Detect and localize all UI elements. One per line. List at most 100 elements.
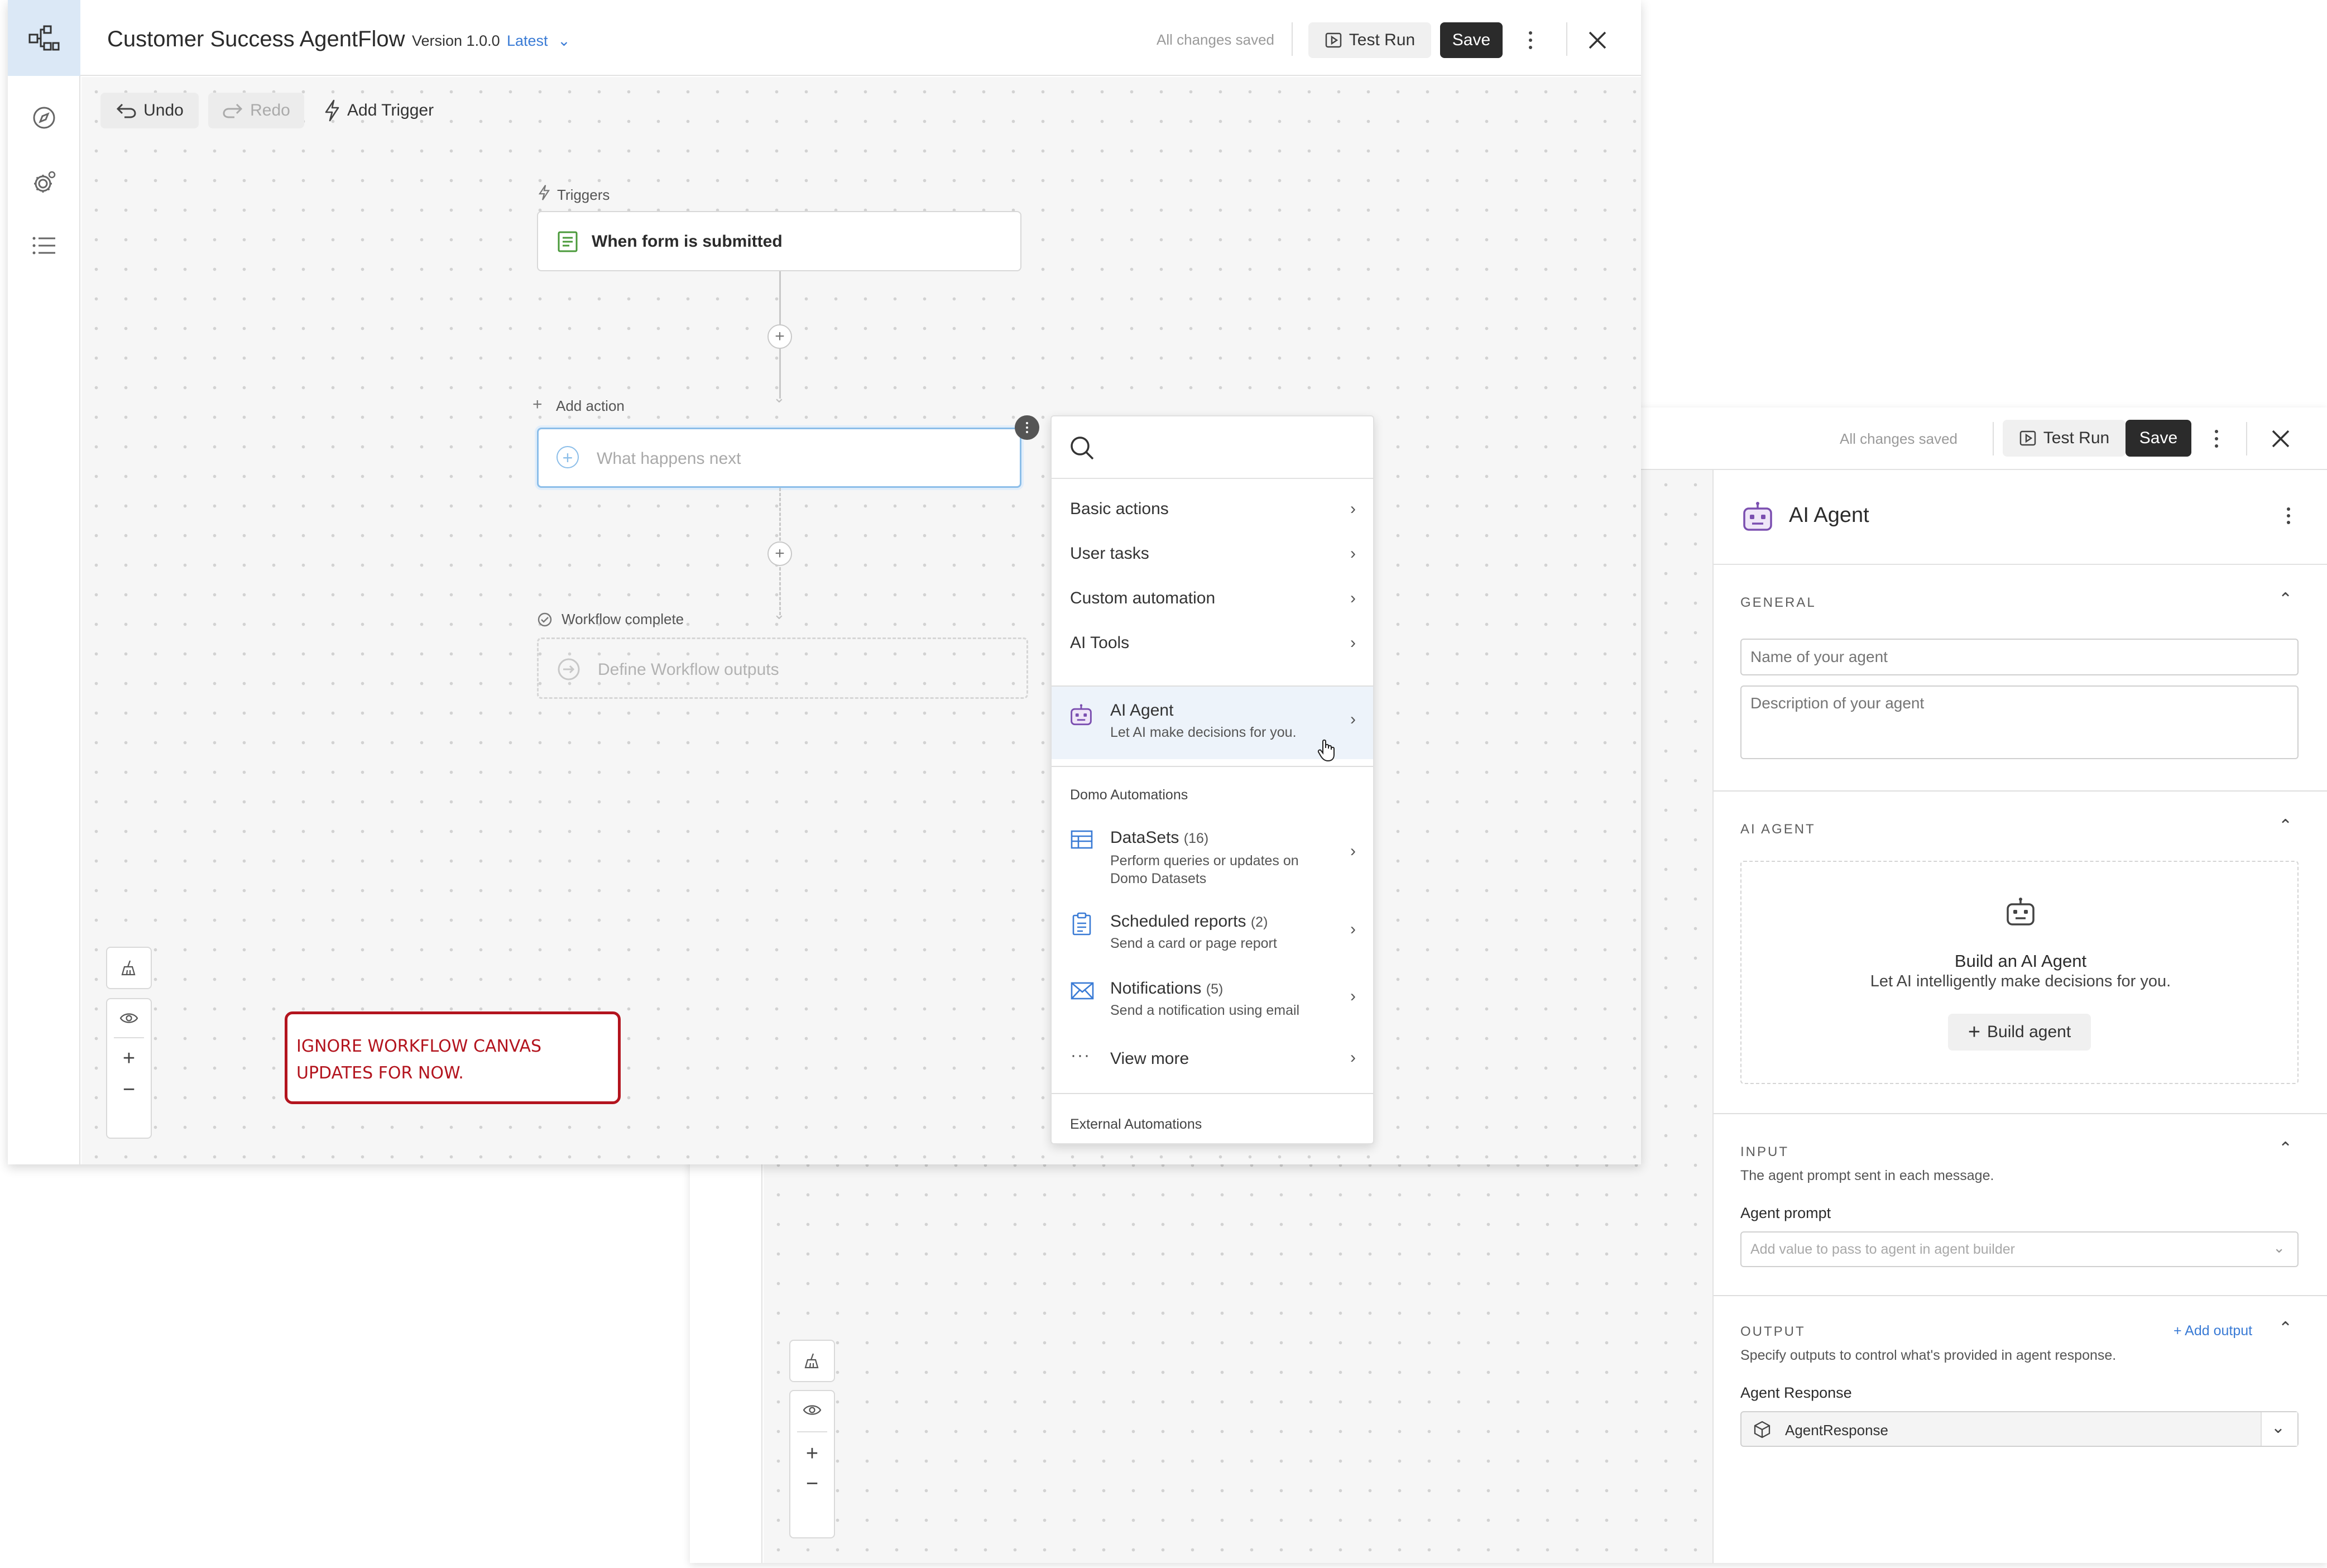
plus-icon: + <box>1968 1020 1981 1044</box>
eye-icon[interactable] <box>119 1011 138 1025</box>
menu-item-basic-actions[interactable]: Basic actions › <box>1052 487 1373 531</box>
test-run-button[interactable]: Test Run <box>1308 22 1431 58</box>
notifications-title: Notifications <box>1110 979 1202 998</box>
agent-response-select[interactable]: AgentResponse ⌄ <box>1740 1411 2299 1447</box>
back-test-run-button[interactable]: Test Run <box>2003 420 2126 457</box>
build-agent-subtitle: Let AI intelligently make decisions for … <box>1870 972 2171 990</box>
chevron-right-icon: › <box>1350 842 1356 860</box>
add-action-label: Add action <box>556 397 625 414</box>
trigger-node[interactable]: When form is submitted <box>537 211 1021 271</box>
eye-icon[interactable] <box>803 1403 822 1417</box>
menu-item-ai-tools[interactable]: AI Tools › <box>1052 621 1373 665</box>
zoom-in-icon[interactable]: + <box>123 1047 135 1070</box>
ai-agent-heading: AI AGENT <box>1740 822 1816 837</box>
nav-item-settings[interactable] <box>8 163 80 202</box>
menu-item-user-tasks[interactable]: User tasks › <box>1052 531 1373 576</box>
back-clean-button[interactable] <box>789 1340 835 1382</box>
ellipsis-icon: ··· <box>1071 1046 1091 1064</box>
build-agent-card: Build an AI Agent Let AI intelligently m… <box>1740 861 2299 1084</box>
action-node[interactable]: + What happens next <box>537 428 1021 488</box>
back-close-icon[interactable] <box>2270 428 2292 450</box>
chevron-right-icon: › <box>1350 987 1356 1005</box>
save-status: All changes saved <box>1157 31 1275 48</box>
play-icon <box>2019 429 2037 447</box>
menu-item-custom-automation[interactable]: Custom automation › <box>1052 576 1373 621</box>
undo-button[interactable]: Undo <box>100 93 199 128</box>
agent-description-input[interactable] <box>1740 685 2299 759</box>
redo-button[interactable]: Redo <box>208 93 304 128</box>
workflow-icon <box>27 24 61 52</box>
clipboard-icon <box>1072 912 1092 936</box>
menu-item-ai-agent[interactable]: AI Agent Let AI make decisions for you. … <box>1052 687 1373 762</box>
arrow-circle-icon <box>556 657 581 682</box>
agent-name-input[interactable] <box>1740 639 2299 675</box>
agent-response-label: Agent Response <box>1740 1384 1852 1401</box>
domo-automations-heading: Domo Automations <box>1070 787 1188 803</box>
panel-more-icon[interactable] <box>2280 504 2297 528</box>
output-collapse-icon[interactable]: ⌃ <box>2278 1318 2292 1338</box>
workflow-title[interactable]: Customer Success AgentFlow <box>107 27 405 52</box>
menu-item-view-more[interactable]: ··· View more › <box>1052 1037 1373 1082</box>
arrow-down-icon: ⌄ <box>773 389 785 406</box>
insert-step-button[interactable]: + <box>767 324 792 349</box>
nav-item-workflow[interactable] <box>8 0 80 76</box>
gear-icon <box>31 169 57 196</box>
insert-step-button[interactable]: + <box>767 541 792 566</box>
datasets-title: DataSets <box>1110 828 1179 847</box>
broom-icon <box>803 1352 821 1370</box>
ai-agent-panel: AI Agent GENERAL ⌃ AI AGENT ⌃ Build an A… <box>1712 470 2327 1563</box>
close-icon[interactable] <box>1586 29 1609 51</box>
input-heading: INPUT <box>1740 1144 1789 1159</box>
robot-icon <box>1741 501 1774 533</box>
play-icon <box>1325 31 1342 49</box>
input-collapse-icon[interactable]: ⌃ <box>2278 1139 2292 1158</box>
agent-prompt-select[interactable]: Add value to pass to agent in agent buil… <box>1740 1231 2299 1267</box>
add-output-link[interactable]: + Add output <box>2174 1323 2252 1339</box>
back-more-icon[interactable] <box>2205 425 2228 452</box>
clean-button[interactable] <box>106 947 152 989</box>
zoom-in-icon[interactable]: + <box>806 1442 818 1465</box>
menu-item-notifications[interactable]: Notifications (5) Send a notification us… <box>1052 970 1373 1032</box>
chevron-right-icon: › <box>1350 710 1356 728</box>
redo-icon <box>222 102 243 119</box>
zoom-out-icon[interactable]: − <box>123 1078 135 1101</box>
node-more-icon[interactable] <box>1015 415 1039 440</box>
menu-search[interactable] <box>1052 416 1373 479</box>
chevron-right-icon: › <box>1350 500 1356 518</box>
chevron-right-icon: › <box>1350 920 1356 938</box>
compass-icon <box>32 106 56 130</box>
notifications-count: (5) <box>1206 981 1224 997</box>
add-action-plus-icon: + <box>532 395 543 414</box>
outputs-node[interactable]: Define Workflow outputs <box>537 637 1028 699</box>
version-tag[interactable]: Latest ⌄ <box>507 32 570 50</box>
triggers-label: Triggers <box>557 186 610 203</box>
add-circle-icon: + <box>556 446 579 468</box>
menu-item-datasets[interactable]: DataSets (16) Perform queries or updates… <box>1052 818 1373 894</box>
build-agent-button[interactable]: + Build agent <box>1948 1014 2091 1051</box>
front-header: Customer Success AgentFlow Version 1.0.0… <box>80 0 1641 76</box>
save-button[interactable]: Save <box>1440 22 1503 58</box>
zoom-out-icon[interactable]: − <box>806 1473 818 1495</box>
cube-icon <box>1753 1420 1772 1439</box>
workflow-complete-label: Workflow complete <box>562 611 684 627</box>
form-icon <box>557 231 578 253</box>
nav-item-explore[interactable] <box>8 98 80 137</box>
ai-agent-collapse-icon[interactable]: ⌃ <box>2278 816 2292 836</box>
more-options-icon[interactable] <box>1520 27 1541 54</box>
lightning-icon <box>538 184 550 201</box>
back-save-button[interactable]: Save <box>2126 420 2191 457</box>
output-heading: OUTPUT <box>1740 1324 1806 1339</box>
nav-item-list[interactable] <box>8 226 80 265</box>
broom-icon <box>120 959 138 977</box>
search-icon <box>1069 435 1095 461</box>
general-collapse-icon[interactable]: ⌃ <box>2278 589 2292 609</box>
add-trigger-button[interactable]: Add Trigger <box>324 93 455 128</box>
menu-item-scheduled-reports[interactable]: Scheduled reports (2) Send a card or pag… <box>1052 902 1373 963</box>
annotation-note: IGNORE WORKFLOW CANVAS UPDATES FOR NOW. <box>285 1011 621 1104</box>
chevron-right-icon: › <box>1350 634 1356 652</box>
output-description: Specify outputs to control what's provid… <box>1740 1348 2117 1363</box>
pointer-cursor-icon <box>1317 738 1337 763</box>
scheduled-reports-count: (2) <box>1250 914 1268 930</box>
agent-prompt-label: Agent prompt <box>1740 1205 1831 1221</box>
chevron-down-icon: ⌄ <box>2273 1239 2285 1256</box>
